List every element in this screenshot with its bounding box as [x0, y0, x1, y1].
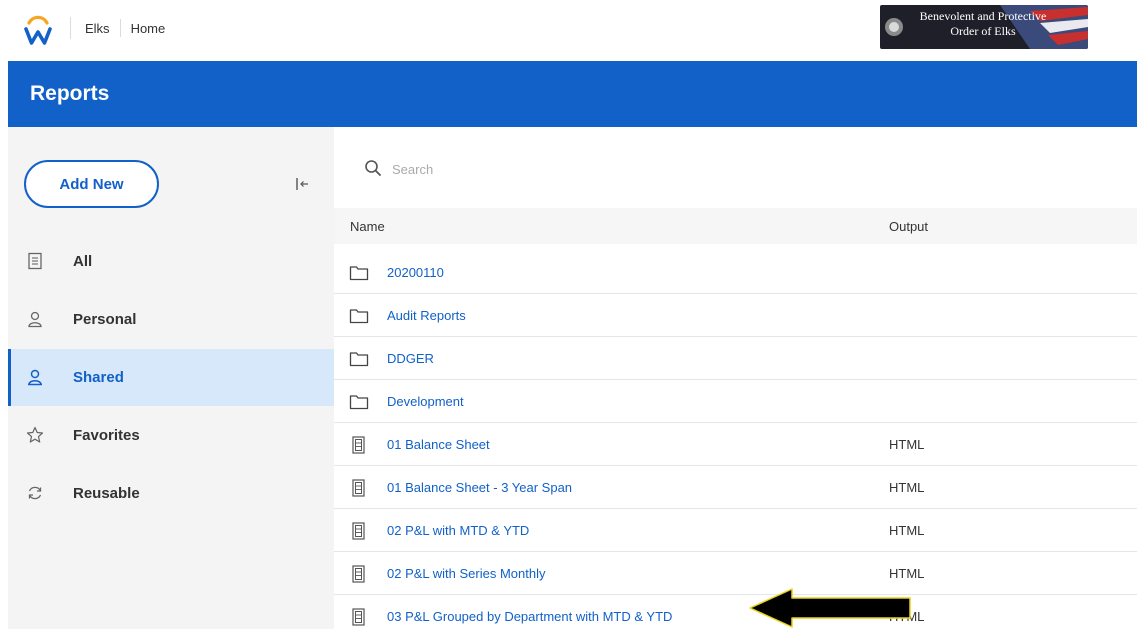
folder-row[interactable]: 20200110 [334, 251, 1137, 294]
elks-banner-logo: Benevolent and Protective Order of Elks [880, 5, 1088, 49]
sidebar: Add New All Personal Shared Favorites Re… [8, 127, 334, 629]
row-name-link[interactable]: Audit Reports [387, 308, 466, 323]
sidebar-item-all[interactable]: All [8, 233, 334, 290]
report-row[interactable]: 02 P&L with MTD & YTD HTML [334, 509, 1137, 552]
search-input[interactable] [392, 157, 792, 181]
row-output: HTML [889, 523, 925, 538]
column-header-output[interactable]: Output [889, 219, 928, 234]
sidebar-item-personal[interactable]: Personal [8, 291, 334, 348]
refresh-icon [28, 486, 42, 500]
folder-row[interactable]: DDGER [334, 337, 1137, 380]
add-new-button[interactable]: Add New [24, 160, 159, 208]
row-output: HTML [889, 566, 925, 581]
column-header-name[interactable]: Name [350, 219, 385, 234]
workday-logo-icon[interactable] [23, 12, 53, 46]
row-name-link[interactable]: 02 P&L with Series Monthly [387, 566, 545, 581]
row-name-link[interactable]: 01 Balance Sheet - 3 Year Span [387, 480, 572, 495]
reports-main: Name Output 20200110 Audit Reports DDGER De… [334, 127, 1137, 629]
page-title: Reports [30, 82, 110, 105]
sidebar-item-label: All [73, 253, 93, 270]
report-document-icon [352, 608, 365, 626]
folder-row[interactable]: Development [334, 380, 1137, 423]
shared-person-icon [28, 369, 42, 386]
folder-icon [349, 395, 369, 410]
annotation-arrow-icon [749, 588, 911, 628]
sidebar-item-label: Reusable [73, 485, 140, 502]
row-output: HTML [889, 437, 925, 452]
report-document-icon [352, 565, 365, 583]
row-output: HTML [889, 480, 925, 495]
person-icon [28, 311, 42, 328]
row-name-link[interactable]: 01 Balance Sheet [387, 437, 490, 452]
breadcrumb-separator [119, 19, 121, 37]
report-document-icon [352, 522, 365, 540]
sidebar-item-label: Favorites [73, 427, 140, 444]
search-bar [334, 139, 1137, 195]
table-header: Name Output [334, 208, 1137, 244]
sidebar-item-favorites[interactable]: Favorites [8, 407, 334, 464]
breadcrumb-elks[interactable]: Elks [85, 21, 110, 36]
breadcrumb-home[interactable]: Home [131, 21, 166, 36]
row-name-link[interactable]: Development [387, 394, 464, 409]
row-name-link[interactable]: 03 P&L Grouped by Department with MTD & … [387, 609, 672, 624]
collapse-left-icon[interactable] [294, 175, 312, 193]
star-icon [26, 426, 44, 443]
breadcrumb: Elks Home [70, 17, 165, 39]
banner-line-2: Order of Elks [950, 24, 1016, 38]
sidebar-item-label: Personal [73, 311, 137, 328]
row-name-link[interactable]: 20200110 [387, 265, 444, 280]
page-header: Reports [8, 61, 1137, 127]
report-row[interactable]: 01 Balance Sheet HTML [334, 423, 1137, 466]
report-row[interactable]: 03 P&L Grouped by Department with MTD & … [334, 595, 1137, 629]
report-document-icon [352, 479, 365, 497]
sidebar-item-shared[interactable]: Shared [8, 349, 334, 406]
folder-icon [349, 309, 369, 324]
search-icon [365, 160, 381, 176]
report-document-icon [352, 436, 365, 454]
row-name-link[interactable]: 02 P&L with MTD & YTD [387, 523, 529, 538]
folder-icon [349, 266, 369, 281]
report-row[interactable]: 01 Balance Sheet - 3 Year Span HTML [334, 466, 1137, 509]
sidebar-item-label: Shared [73, 369, 124, 386]
row-name-link[interactable]: DDGER [387, 351, 434, 366]
top-bar: Elks Home Benevolent and Protective Orde… [0, 0, 1137, 61]
folder-row[interactable]: Audit Reports [334, 294, 1137, 337]
report-row[interactable]: 02 P&L with Series Monthly HTML [334, 552, 1137, 595]
document-icon [28, 252, 42, 270]
banner-caption: Benevolent and Protective Order of Elks [908, 9, 1058, 39]
banner-line-1: Benevolent and Protective [919, 9, 1047, 23]
sidebar-item-reusable[interactable]: Reusable [8, 465, 334, 522]
folder-icon [349, 352, 369, 367]
